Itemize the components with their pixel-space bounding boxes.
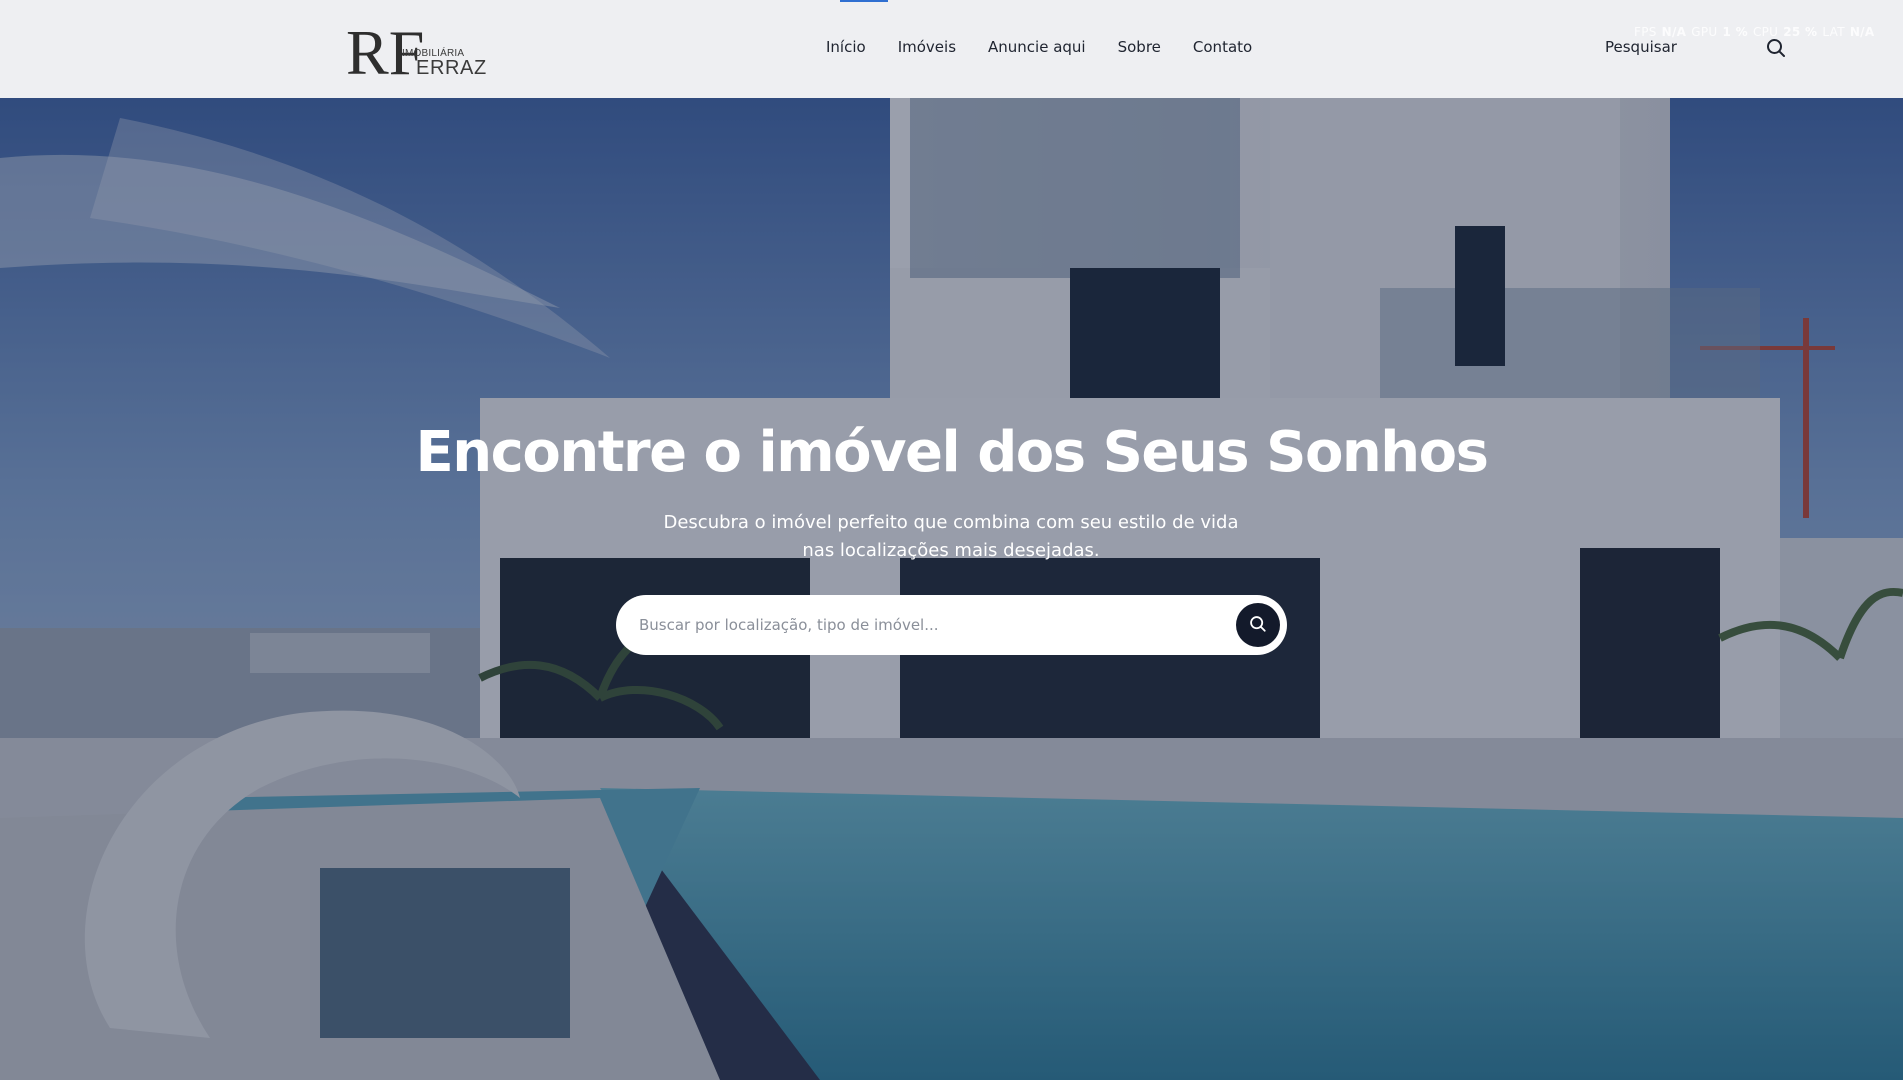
nav-active-indicator	[840, 0, 888, 2]
nav-item-imoveis[interactable]: Imóveis	[898, 38, 956, 56]
nav-item-anuncie[interactable]: Anuncie aqui	[988, 38, 1086, 56]
hero-section: Encontre o imóvel dos Seus Sonhos Descub…	[0, 98, 1903, 1080]
nav-item-inicio[interactable]: Início	[826, 38, 866, 56]
logo-name: ERRAZ	[416, 57, 487, 79]
hero-overlay	[0, 98, 1903, 1080]
fps-label: FPS	[1634, 25, 1657, 39]
hero-search-button[interactable]	[1236, 603, 1280, 647]
search-icon[interactable]	[1766, 38, 1786, 58]
cpu-value: 25 %	[1783, 25, 1818, 39]
hero-subtitle: Descubra o imóvel perfeito que combina c…	[663, 512, 1239, 561]
nav-item-sobre[interactable]: Sobre	[1118, 38, 1161, 56]
header-search-label[interactable]: Pesquisar	[1605, 38, 1677, 56]
fps-value: N/A	[1661, 25, 1687, 39]
gpu-label: GPU	[1691, 25, 1718, 39]
gpu-value: 1 %	[1722, 25, 1748, 39]
main-nav: Início Imóveis Anuncie aqui Sobre Contat…	[826, 38, 1252, 56]
site-logo[interactable]: RF IMOBILIÁRIA ERRAZ	[346, 18, 488, 80]
hero-title: Encontre o imóvel dos Seus Sonhos	[415, 420, 1489, 485]
nav-item-contato[interactable]: Contato	[1193, 38, 1252, 56]
site-header: RF IMOBILIÁRIA ERRAZ Início Imóveis Anun…	[0, 0, 1903, 98]
performance-overlay: FPS N/A GPU 1 % CPU 25 % LAT N/A	[1634, 25, 1874, 39]
hero-search-box	[616, 595, 1287, 655]
lat-label: LAT	[1822, 25, 1845, 39]
hero-search-input[interactable]	[616, 605, 1236, 645]
lat-value: N/A	[1849, 25, 1875, 39]
search-icon	[1249, 615, 1267, 636]
cpu-label: CPU	[1752, 25, 1779, 39]
